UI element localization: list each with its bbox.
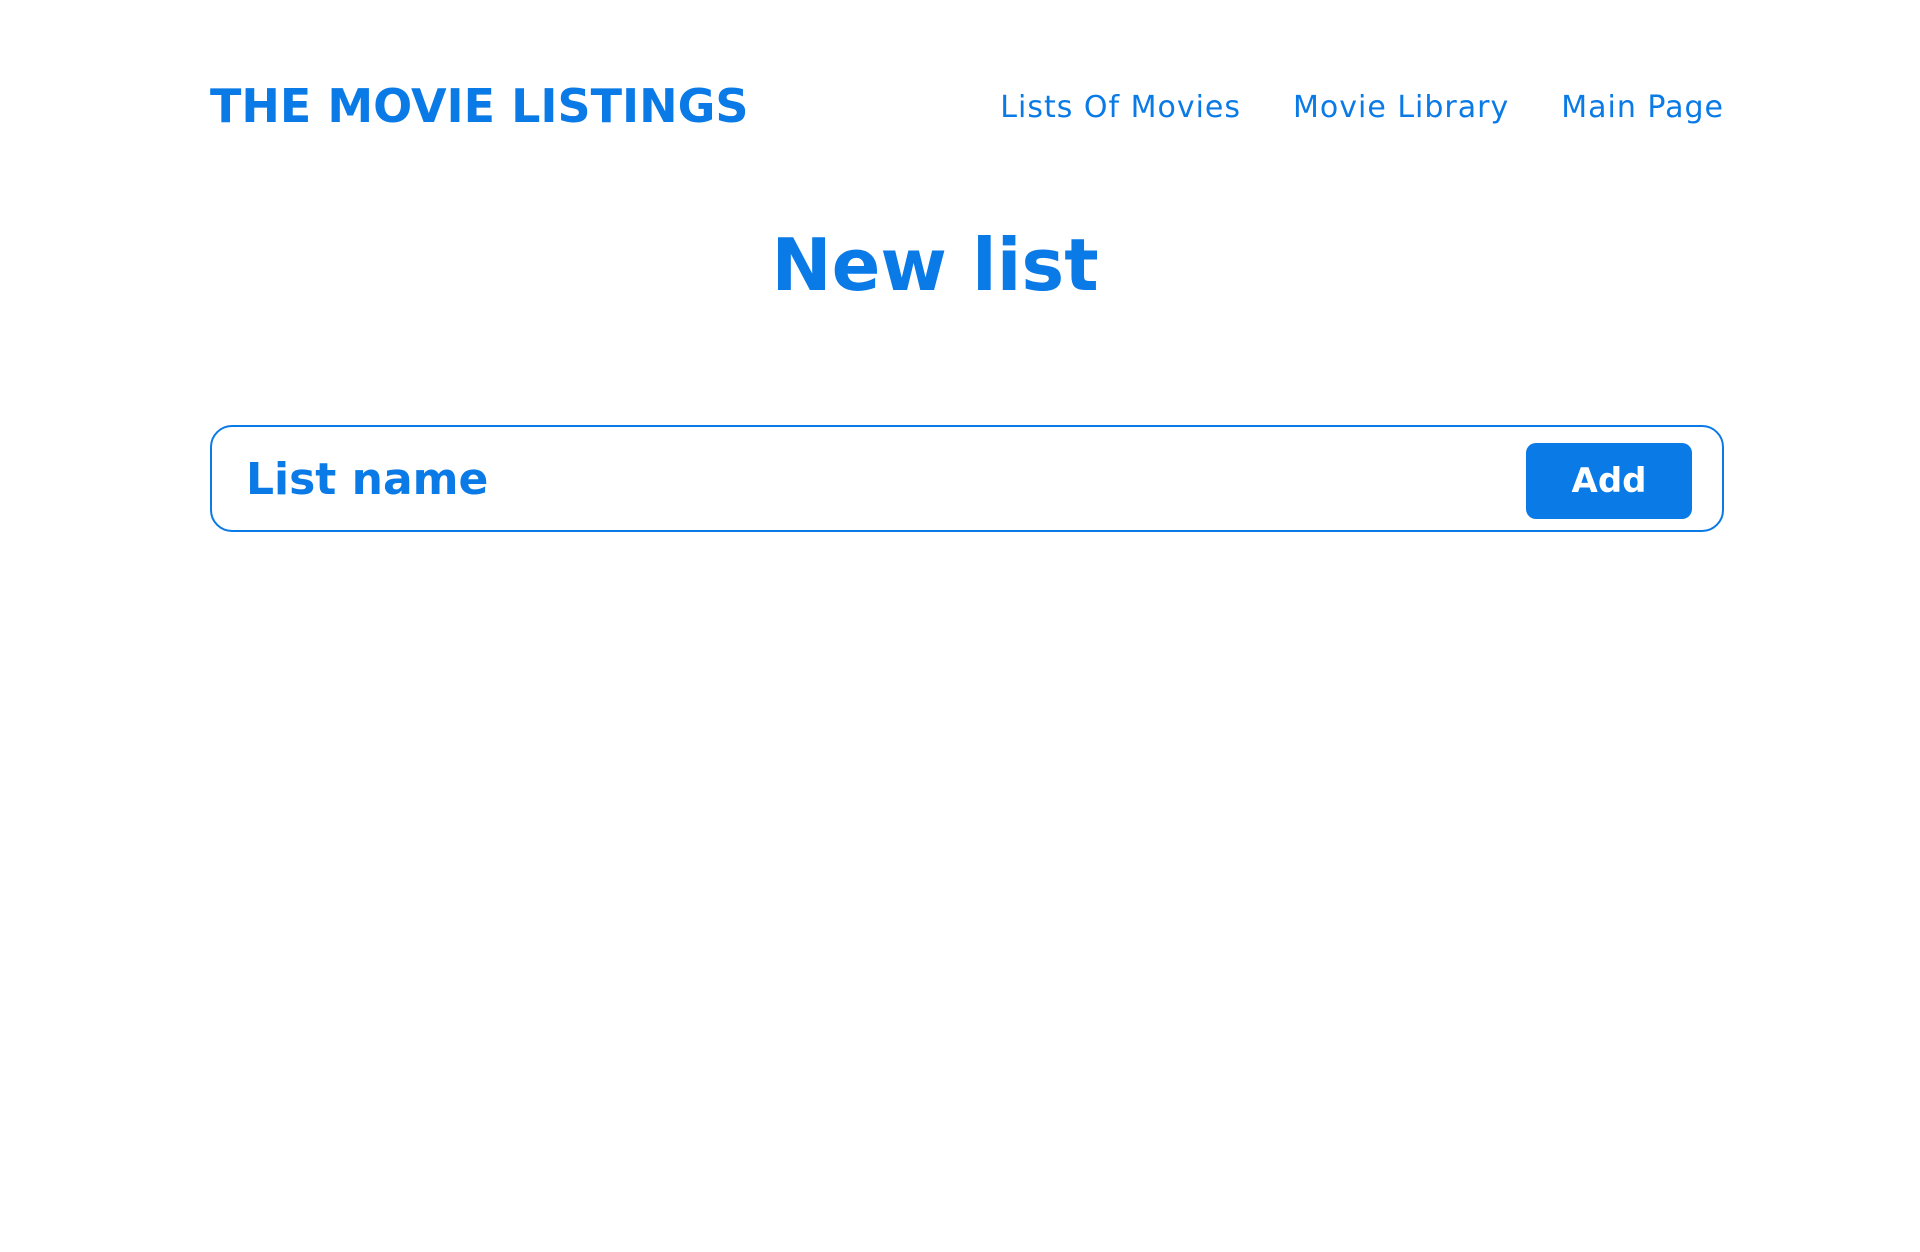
new-list-form: Add: [210, 425, 1724, 532]
nav-link-lists-of-movies[interactable]: Lists Of Movies: [1000, 88, 1241, 128]
site-logo[interactable]: THE MOVIE LISTINGS: [210, 78, 749, 134]
list-name-input[interactable]: [246, 445, 1406, 513]
page-title: New list: [771, 223, 1099, 307]
main-nav: Lists Of Movies Movie Library Main Page: [1000, 88, 1724, 128]
nav-link-main-page[interactable]: Main Page: [1561, 88, 1724, 128]
site-header: THE MOVIE LISTINGS Lists Of Movies Movie…: [210, 72, 1724, 142]
nav-link-movie-library[interactable]: Movie Library: [1293, 88, 1509, 128]
add-button[interactable]: Add: [1526, 443, 1692, 519]
